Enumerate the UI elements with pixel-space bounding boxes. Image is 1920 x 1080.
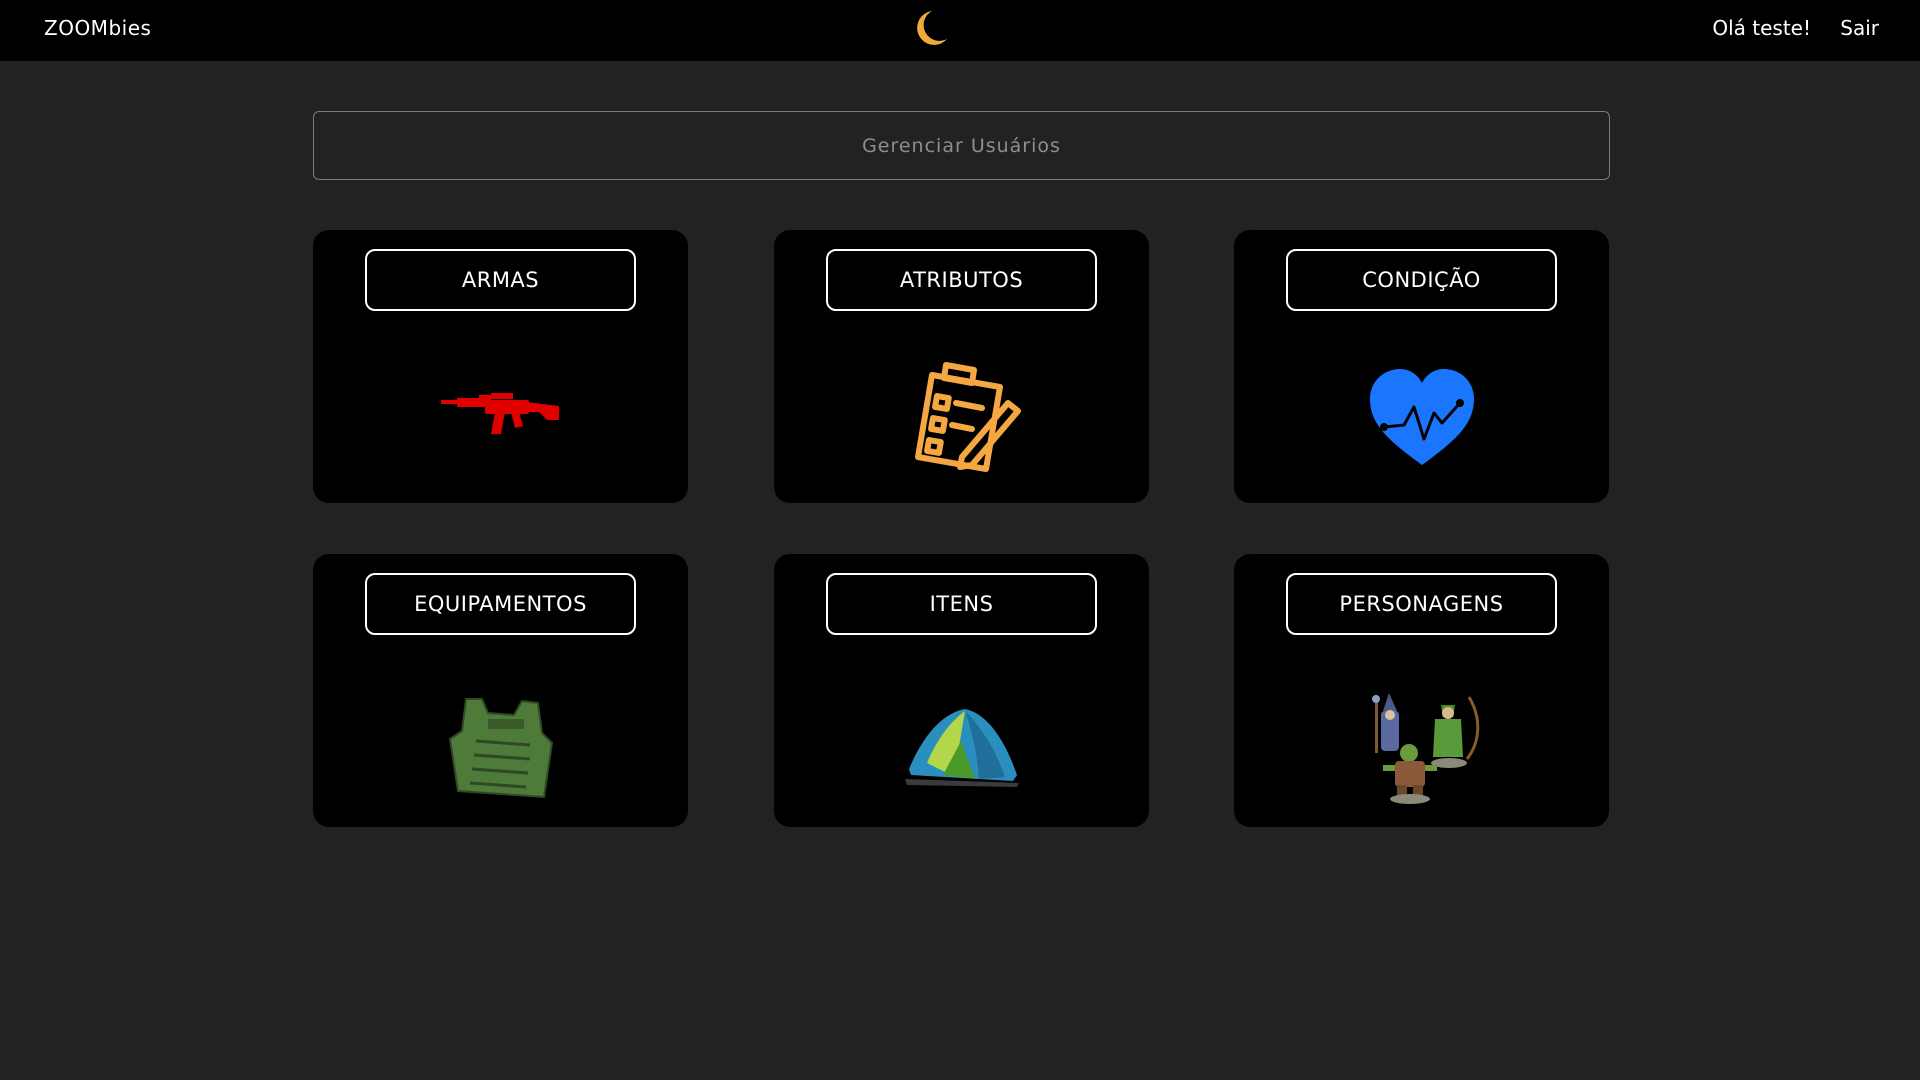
clipboard-checklist-icon bbox=[910, 357, 1022, 479]
card-label: ARMAS bbox=[365, 249, 636, 311]
characters-figures-icon bbox=[1363, 687, 1481, 809]
card-atributos[interactable]: ATRIBUTOS bbox=[774, 230, 1149, 503]
moon-icon[interactable] bbox=[910, 8, 950, 50]
top-navbar: ZOOMbies Olá teste! Sair bbox=[0, 0, 1920, 61]
card-label: ATRIBUTOS bbox=[826, 249, 1097, 311]
card-equipamentos[interactable]: EQUIPAMENTOS bbox=[313, 554, 688, 827]
card-label: PERSONAGENS bbox=[1286, 573, 1557, 635]
rifle-icon bbox=[439, 390, 563, 444]
card-armas[interactable]: ARMAS bbox=[313, 230, 688, 503]
user-greeting: Olá teste! bbox=[1712, 16, 1811, 40]
heart-pulse-icon bbox=[1366, 367, 1478, 471]
card-condicao[interactable]: CONDIÇÃO bbox=[1234, 230, 1609, 503]
card-label: CONDIÇÃO bbox=[1286, 249, 1557, 311]
card-personagens[interactable]: PERSONAGENS bbox=[1234, 554, 1609, 827]
tactical-vest-icon bbox=[446, 693, 556, 805]
card-label: EQUIPAMENTOS bbox=[365, 573, 636, 635]
logout-link[interactable]: Sair bbox=[1840, 0, 1879, 57]
brand-link[interactable]: ZOOMbies bbox=[44, 0, 151, 57]
card-label: ITENS bbox=[826, 573, 1097, 635]
manage-users-button[interactable]: Gerenciar Usuários bbox=[313, 111, 1610, 180]
tent-icon bbox=[903, 705, 1021, 793]
card-itens[interactable]: ITENS bbox=[774, 554, 1149, 827]
